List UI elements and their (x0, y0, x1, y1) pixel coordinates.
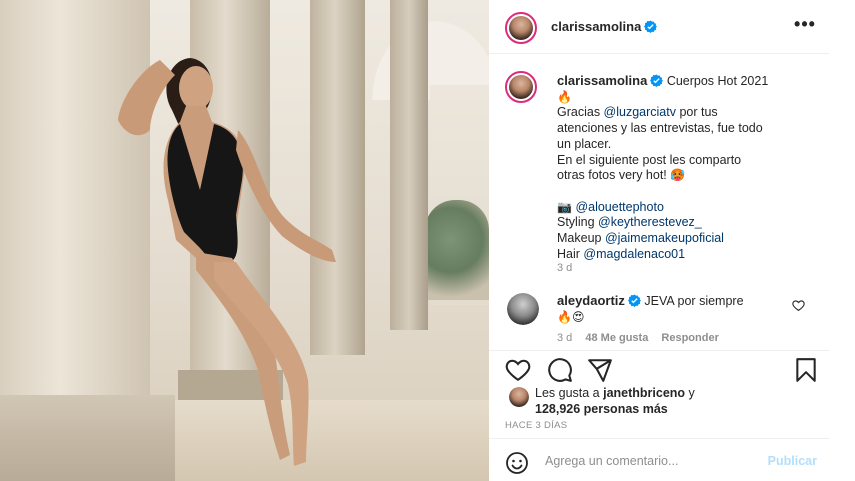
verified-badge-icon (627, 294, 641, 307)
likes-text: Les gusta a janethbriceno y 128,926 pers… (535, 385, 755, 417)
comment-icon[interactable] (547, 357, 573, 383)
fire-emoji: 🔥 (557, 89, 572, 104)
caption-line: Gracias (557, 105, 604, 120)
comment-meta: 3 d 48 Me gusta Responder (557, 332, 729, 344)
comment-timestamp[interactable]: 3 d (557, 332, 572, 344)
hot-face-emoji: 🥵 (670, 168, 686, 183)
verified-badge-icon (644, 20, 658, 33)
comment-composer: Publicar (489, 438, 829, 481)
comment-body: JEVA por siempre (644, 294, 744, 308)
liker-avatar[interactable] (509, 387, 529, 407)
heart-icon[interactable] (505, 357, 531, 383)
author-username[interactable]: clarissamolina (551, 19, 658, 34)
post-side-panel: clarissamolina ••• clarissamolina Cuerpo… (489, 0, 829, 481)
post-header: clarissamolina ••• (489, 0, 829, 54)
caption-text: clarissamolina Cuerpos Hot 2021 🔥 Gracia… (557, 73, 807, 262)
comment-emojis: 🔥😍 (557, 309, 585, 324)
bookmark-icon[interactable] (793, 357, 819, 383)
photo-model-figure (118, 58, 336, 466)
author-avatar[interactable] (505, 12, 537, 44)
comment-like-heart-icon[interactable] (792, 299, 805, 312)
liker-username[interactable]: janethbriceno (603, 386, 685, 400)
caption-line: atenciones y las entrevistas, fue todo (557, 121, 763, 136)
mention-link[interactable]: @magdalenaco01 (583, 247, 685, 261)
page-gutter (829, 0, 855, 481)
reply-button[interactable]: Responder (661, 332, 718, 344)
caption-author-avatar[interactable] (505, 71, 537, 103)
publish-button[interactable]: Publicar (768, 454, 817, 468)
emoji-icon[interactable] (505, 451, 529, 475)
caption-line: En el siguiente post les comparto (557, 152, 742, 167)
credit-label: Styling (557, 215, 595, 230)
caption-line: un placer. (557, 136, 612, 151)
camera-emoji: 📷 (557, 199, 572, 214)
caption-line: otras fotos very hot! (557, 168, 671, 183)
comment-item: aleydaortiz JEVA por siempre 🔥😍 3 d 48 M… (489, 287, 829, 347)
commenter-avatar[interactable] (507, 293, 539, 325)
likes-count[interactable]: 128,926 personas más (535, 402, 668, 416)
mention-link[interactable]: @alouettephoto (575, 200, 663, 214)
caption-author-username[interactable]: clarissamolina (557, 73, 647, 88)
mention-link[interactable]: @keytherestevez_ (598, 215, 702, 229)
mention-link[interactable]: @luzgarciatv (604, 105, 676, 119)
verified-badge-icon (650, 74, 664, 87)
comment-input[interactable] (545, 451, 755, 471)
comment-text: aleydaortiz JEVA por siempre 🔥😍 (557, 293, 744, 325)
caption-title: Cuerpos Hot 2021 (666, 74, 769, 88)
caption-timestamp[interactable]: 3 d (557, 262, 572, 274)
comment-likes[interactable]: 48 Me gusta (585, 332, 648, 344)
post-photo[interactable] (0, 0, 489, 481)
credit-label: Hair (557, 246, 580, 261)
credit-label: Makeup (557, 231, 602, 246)
share-icon[interactable] (587, 357, 613, 383)
likes-prefix: Les gusta a (535, 386, 604, 400)
caption-section: clarissamolina Cuerpos Hot 2021 🔥 Gracia… (489, 55, 829, 350)
caption-line: por tus (675, 105, 718, 120)
post-timestamp[interactable]: HACE 3 DÍAS (505, 420, 567, 431)
mention-link[interactable]: @jaimemakeupoficial (605, 231, 724, 245)
more-options-button[interactable]: ••• (793, 14, 817, 38)
commenter-username[interactable]: aleydaortiz (557, 293, 625, 308)
likes-conjunction: y (685, 386, 695, 400)
